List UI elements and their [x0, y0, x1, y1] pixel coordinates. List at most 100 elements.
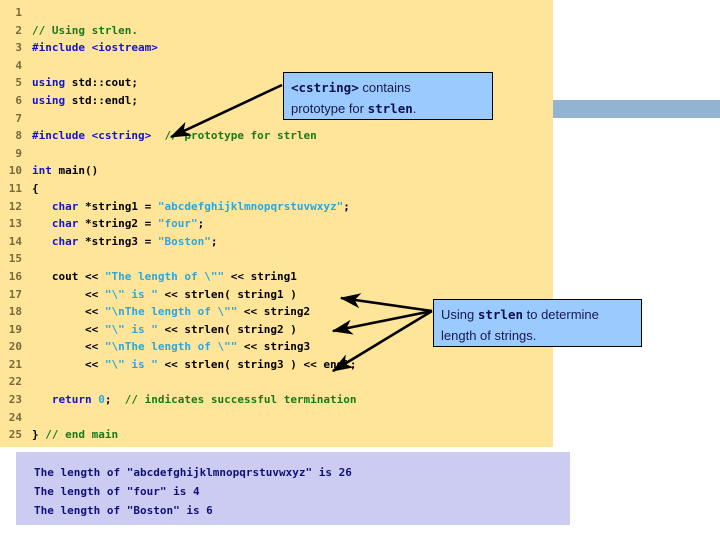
code-token-string: "\" is ": [104, 287, 158, 301]
callout-strlen-text: Using strlen to determine length of strin…: [434, 300, 641, 346]
code-token-keyword: char: [51, 217, 79, 231]
line-number: 2: [15, 23, 22, 37]
code-token-string: "Boston": [157, 234, 211, 248]
code-token-plain: {: [32, 181, 39, 195]
code-text: #include <cstring> // prototype for strl…: [32, 127, 317, 145]
line-number: 23: [8, 393, 22, 407]
code-text: return 0; // indicates successful termin…: [32, 391, 357, 409]
code-token-pre: <cstring>: [91, 129, 152, 143]
code-token-plain: ;: [210, 234, 218, 248]
code-token-string: "abcdefghijklmnopqrstuvwxyz": [157, 199, 344, 213]
code-token-plain: << string3: [237, 340, 311, 354]
code-token-comment: // indicates successful termination: [124, 393, 357, 407]
line-number: 5: [15, 76, 22, 90]
line-number: 13: [8, 217, 22, 231]
code-line: 2 // Using strlen.: [0, 22, 553, 40]
output-line: The length of "four" is 4: [34, 485, 200, 498]
line-number: 12: [8, 199, 22, 213]
code-token-string: "\nThe length of \"": [104, 305, 238, 319]
callout-text: to determine: [523, 307, 599, 322]
line-number: 6: [15, 93, 22, 107]
code-line: 14 char *string3 = "Boston";: [0, 233, 553, 251]
code-panel: 1 2// Using strlen. 3 #include <iostream> 4 5…: [0, 0, 553, 447]
line-number: 20: [8, 340, 22, 354]
code-token-plain: *string1 =: [78, 199, 158, 213]
line-number: 22: [8, 375, 22, 389]
program-output-panel: The length of "abcdefghijklmnopqrstuvwxy…: [16, 452, 570, 525]
line-number: 8: [15, 129, 22, 143]
code-text: using std::endl;: [32, 92, 138, 110]
line-number: 24: [8, 410, 22, 424]
code-token-plain: << strlen( string3 ) << endl;: [157, 357, 357, 371]
line-number: 1: [15, 6, 22, 19]
callout-text: .: [412, 101, 417, 116]
code-token-plain: << string2: [237, 305, 311, 319]
callout-text: Using: [441, 307, 478, 322]
code-token-plain: ;: [104, 393, 125, 407]
code-text: char *string2 = "four";: [32, 215, 204, 233]
code-text: << "\nThe length of \"" << string2: [32, 303, 310, 321]
code-token-plain: std::endl;: [65, 93, 138, 107]
code-token-keyword: using: [32, 93, 66, 107]
code-line: 10 int main(): [0, 162, 553, 180]
code-line: 23 return 0; // indicates successful ter…: [0, 391, 553, 409]
callout-code-term: <cstring>: [291, 80, 359, 95]
code-token-pre: <iostream>: [91, 41, 158, 55]
callout-code-term: strlen: [367, 101, 413, 116]
code-token-plain: }: [32, 428, 46, 442]
code-token-string: "four": [157, 217, 198, 231]
code-text: << "\nThe length of \"" << string3: [32, 338, 310, 356]
code-text: {: [32, 180, 39, 198]
code-token-plain: << strlen( string1 ): [157, 287, 297, 301]
line-number: 15: [8, 252, 22, 266]
line-number: 7: [15, 111, 22, 125]
code-line: 12 char *string1 = "abcdefghijklmnopqrst…: [0, 198, 553, 216]
line-number: 9: [15, 146, 22, 160]
callout-text: length of strings.: [441, 328, 537, 343]
code-token-plain: *string3 =: [78, 234, 158, 248]
code-token-plain: <<: [32, 305, 105, 319]
code-token-plain: <<: [32, 322, 105, 336]
code-token-plain: << string1: [224, 269, 297, 283]
line-number: 10: [8, 164, 22, 178]
line-number: 3: [15, 41, 22, 55]
code-line: 16 cout << "The length of \"" << string1: [0, 268, 553, 286]
line-number: 11: [8, 181, 22, 195]
code-token-keyword: char: [51, 234, 79, 248]
code-line: 25} // end main: [0, 426, 553, 444]
code-line: 13 char *string2 = "four";: [0, 215, 553, 233]
code-text: } // end main: [32, 426, 118, 444]
code-text: using std::cout;: [32, 74, 138, 92]
code-token-plain: cout <<: [32, 269, 105, 283]
code-line: 9: [0, 145, 553, 163]
code-token-plain: ;: [197, 217, 205, 231]
line-number: 18: [8, 305, 22, 319]
output-line: The length of "abcdefghijklmnopqrstuvwxy…: [34, 466, 352, 479]
line-number: 19: [8, 322, 22, 336]
code-text: << "\" is " << strlen( string1 ): [32, 286, 297, 304]
code-line: 3 #include <iostream>: [0, 39, 553, 57]
code-listing: 1 2// Using strlen. 3 #include <iostream> 4 5…: [0, 4, 553, 444]
slide-canvas: 1 2// Using strlen. 3 #include <iostream> 4 5…: [0, 0, 720, 540]
line-number: 21: [8, 357, 22, 371]
callout-text: prototype for: [291, 101, 368, 116]
code-text: << "\" is " << strlen( string2 ): [32, 321, 297, 339]
code-text: // Using strlen.: [32, 22, 138, 40]
decorative-blue-bar: [553, 100, 720, 118]
code-line: 1: [0, 4, 553, 22]
code-token-comment: // Using strlen.: [32, 23, 138, 37]
line-number: 14: [8, 234, 22, 248]
code-token-comment: // end main: [45, 428, 119, 442]
code-token-string: "\" is ": [104, 357, 158, 371]
code-line: 22: [0, 373, 553, 391]
callout-cstring-text: <cstring> contains prototype for strlen.: [284, 73, 492, 119]
line-number: 4: [15, 58, 22, 72]
code-text: #include <iostream>: [32, 39, 158, 57]
callout-cstring-note: <cstring> contains prototype for strlen.: [283, 72, 493, 120]
